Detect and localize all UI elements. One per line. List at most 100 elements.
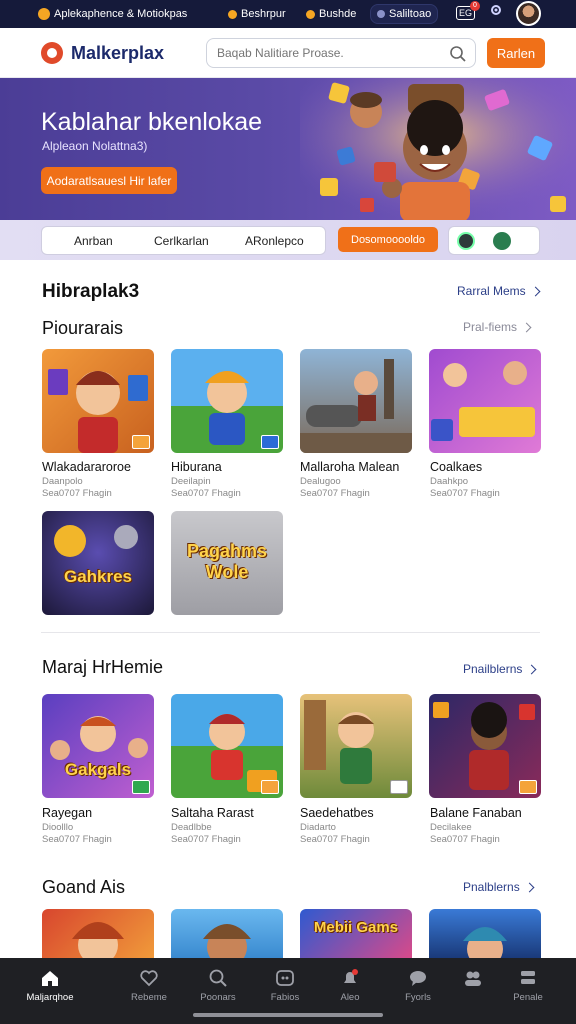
- game-tile[interactable]: [171, 694, 283, 798]
- game-tile[interactable]: [300, 694, 412, 798]
- rating-badge: [132, 435, 150, 449]
- game-developer: Diadarto: [300, 822, 336, 833]
- top-status-bar: Aplekaphence & Motiokpas Beshrpur Bushde…: [0, 0, 576, 28]
- chevron-right-icon: [530, 286, 541, 296]
- game-title[interactable]: Coalkaes: [430, 460, 482, 474]
- game-art: [300, 359, 412, 453]
- nav-item-games[interactable]: Fabios: [253, 968, 317, 1014]
- topbar-label-1: Beshrpur: [241, 8, 286, 20]
- topbar-label-2: Bushde: [319, 8, 357, 20]
- nav-label-games: Fabios: [270, 992, 300, 1003]
- logo-text[interactable]: Malkerplax: [71, 43, 164, 64]
- section-3-heading: Goand Ais: [42, 877, 126, 897]
- nav-item-favorites[interactable]: Rebeme: [117, 968, 181, 1014]
- bell-icon: [344, 969, 358, 983]
- section-2-link[interactable]: Pnailblerns: [463, 662, 537, 676]
- game-art-title: Pagahms Wole: [186, 541, 268, 582]
- chevron-right-icon: [524, 882, 535, 892]
- hero-cta-button[interactable]: Aodaratlsauesl Hir lafer: [41, 167, 177, 194]
- game-title[interactable]: Balane Fanaban: [430, 806, 522, 820]
- game-meta: Sea0707 Fhagin: [300, 834, 370, 845]
- game-tile[interactable]: Pagahms Wole: [171, 511, 283, 615]
- game-tile[interactable]: [429, 694, 541, 798]
- game-title[interactable]: Saedehatbes: [300, 806, 374, 820]
- section-main-link[interactable]: Rarral Mems: [457, 284, 541, 298]
- search-input[interactable]: [217, 46, 437, 60]
- game-tile[interactable]: [300, 349, 412, 453]
- menu-icon: [521, 971, 535, 984]
- game-meta: Sea0707 Fhagin: [171, 488, 241, 499]
- section-2-heading: Maraj HrHemie: [42, 657, 164, 677]
- section-2-link-label: Pnailblerns: [463, 662, 523, 676]
- settings-button[interactable]: [490, 2, 502, 18]
- game-developer: Dealugoo: [300, 476, 341, 487]
- game-meta: Sea0707 Fhagin: [430, 834, 500, 845]
- hero-banner: Kablahar bkenlokae Alpleaon Nolattna3) A…: [0, 78, 576, 220]
- signin-button[interactable]: Rarlen: [487, 38, 545, 68]
- chevron-right-icon: [526, 664, 537, 674]
- section-1-link[interactable]: Pral-fiems: [463, 320, 532, 334]
- game-tile[interactable]: [171, 909, 283, 958]
- notification-count-badge: 0: [470, 1, 480, 11]
- game-tile[interactable]: [42, 349, 154, 453]
- segment-tab-1[interactable]: Anrban: [74, 234, 113, 248]
- game-title[interactable]: Saltaha Rarast: [171, 806, 254, 820]
- nav-item-menu[interactable]: Penale: [496, 968, 560, 1014]
- nav-item-alerts[interactable]: Aleo: [318, 968, 382, 1014]
- nav-item-home[interactable]: Maljarqhoe: [18, 968, 82, 1014]
- heart-icon: [140, 970, 158, 987]
- hero-illustration: [300, 78, 576, 220]
- game-art: [72, 922, 124, 958]
- brand-link[interactable]: Aplekaphence & Motiokpas: [38, 6, 187, 22]
- game-tile[interactable]: [42, 909, 154, 958]
- game-tile[interactable]: Mebii Gams: [300, 909, 412, 958]
- game-tile[interactable]: Gahkres: [42, 511, 154, 615]
- brand-coin-icon: [38, 8, 50, 20]
- notification-button[interactable]: EG 0: [456, 1, 480, 21]
- game-title[interactable]: Rayegan: [42, 806, 92, 820]
- game-meta: Sea0707 Fhagin: [300, 488, 370, 499]
- home-indicator: [193, 1013, 383, 1017]
- game-tile[interactable]: Gakgals: [42, 694, 154, 798]
- game-tile[interactable]: [429, 349, 541, 453]
- game-meta: Sea0707 Fhagin: [42, 834, 112, 845]
- game-meta: Sea0707 Fhagin: [430, 488, 500, 499]
- topbar-link-2[interactable]: Bushde: [306, 6, 356, 22]
- logo-icon[interactable]: [41, 42, 63, 64]
- game-art-title: Gahkres: [63, 567, 133, 586]
- filter-action-button[interactable]: Dosomooooldo: [338, 227, 438, 252]
- game-title[interactable]: Wlakadararoroe: [42, 460, 131, 474]
- game-developer: Deeilapin: [171, 476, 211, 487]
- rating-badge: [390, 780, 408, 794]
- game-tile[interactable]: [171, 349, 283, 453]
- search-box[interactable]: [206, 38, 476, 68]
- globe-icon[interactable]: [457, 232, 475, 250]
- rating-badge: [261, 435, 279, 449]
- game-meta: Sea0707 Fhagin: [42, 488, 112, 499]
- nav-label-search: Poonars: [200, 992, 236, 1003]
- game-title[interactable]: Mallaroha Malean: [300, 460, 399, 474]
- section-3-link[interactable]: Pnalblerns: [463, 880, 535, 894]
- game-developer: Dioolllo: [42, 822, 74, 833]
- game-developer: Deadlbbe: [171, 822, 212, 833]
- game-art: [203, 924, 251, 958]
- nav-label-alerts: Aleo: [340, 992, 360, 1003]
- topbar-link-1[interactable]: Beshrpur: [228, 6, 286, 22]
- nav-label-home: Maljarqhoe: [26, 992, 74, 1003]
- segment-control: Anrban Cerlkarlan ARonlepco: [41, 226, 326, 255]
- rating-badge: [261, 780, 279, 794]
- shuffle-icon[interactable]: [493, 232, 511, 250]
- game-tile[interactable]: [429, 909, 541, 958]
- section-main-heading: Hibraplak3: [42, 281, 140, 302]
- game-art: [431, 361, 535, 441]
- site-header: Malkerplax Rarlen: [0, 28, 576, 78]
- avatar[interactable]: [516, 1, 541, 26]
- search-icon[interactable]: [449, 45, 467, 63]
- topbar-link-3[interactable]: Saliltoao: [370, 4, 439, 24]
- nav-item-search[interactable]: Poonars: [186, 968, 250, 1014]
- circle-icon: [377, 10, 385, 18]
- game-title[interactable]: Hiburana: [171, 460, 222, 474]
- chat-icon: [410, 971, 426, 986]
- segment-tab-3[interactable]: ARonlepco: [245, 234, 304, 248]
- segment-tab-2[interactable]: Cerlkarlan: [154, 234, 209, 248]
